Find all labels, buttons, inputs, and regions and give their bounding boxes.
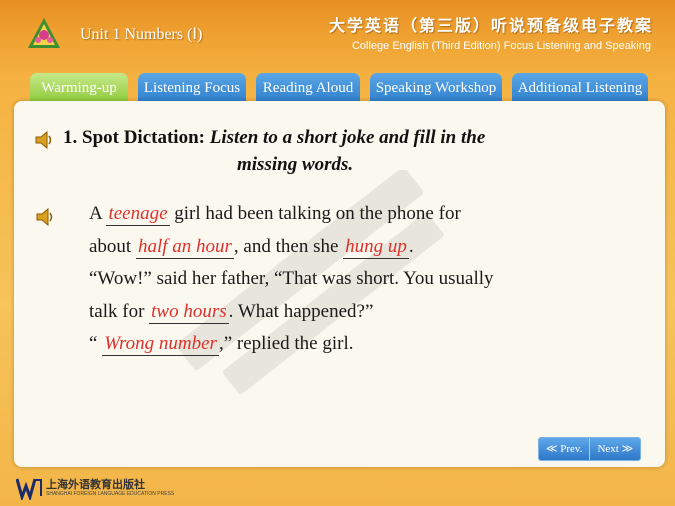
answer-blank[interactable]: Wrong number xyxy=(102,333,219,356)
speaker-icon[interactable] xyxy=(34,129,54,151)
course-subtitle-en: College English (Third Edition) Focus Li… xyxy=(351,40,651,52)
passage-text: girl had been talking on the phone for xyxy=(169,203,461,224)
app-header: Unit 1 Numbers (Ⅰ) 大学英语（第三版）听说预备级电子教案 Co… xyxy=(0,0,675,72)
tab-additional-listening[interactable]: Additional Listening xyxy=(512,73,648,103)
next-button[interactable]: Next ≫ xyxy=(589,438,641,460)
exercise-number: 1. Spot Dictation: xyxy=(63,127,205,148)
publisher-name-cn: 上海外语教育出版社 xyxy=(46,479,145,491)
tab-reading-aloud[interactable]: Reading Aloud xyxy=(256,73,360,103)
unit-title: Unit 1 Numbers (Ⅰ) xyxy=(80,26,203,43)
passage-line: about half an hour, and then she hung up… xyxy=(89,231,609,264)
passage-text: . What happened?” xyxy=(228,300,374,322)
prev-label: Prev. xyxy=(560,443,583,455)
next-label: Next xyxy=(597,443,619,455)
passage-text: ,” replied the girl. xyxy=(218,333,354,354)
tab-warming-up[interactable]: Warming-up xyxy=(30,73,128,103)
answer-blank[interactable]: hung up xyxy=(343,236,409,259)
passage-line: “Wow!” said her father, “That was short.… xyxy=(89,263,609,296)
exercise-instruction-line1: Listen to a short joke and fill in the xyxy=(209,127,486,148)
passage-speaker-icon[interactable] xyxy=(35,206,55,228)
passage-line: “ Wrong number,” replied the girl. xyxy=(89,328,609,361)
tab-listening-focus[interactable]: Listening Focus xyxy=(138,73,246,103)
passage-text: . xyxy=(408,235,414,257)
passage-text: about xyxy=(89,235,136,257)
passage-text: “ xyxy=(89,333,103,354)
double-chevron-right-icon: ≫ xyxy=(618,443,634,455)
passage-text: “Wow!” said her father, “That was short.… xyxy=(89,268,494,289)
answer-blank[interactable]: two hours xyxy=(149,301,229,324)
course-title-cn: 大学英语（第三版）听说预备级电子教案 xyxy=(328,18,653,35)
passage-text: talk for xyxy=(89,300,150,322)
prev-button[interactable]: ≪ Prev. xyxy=(539,438,590,460)
dictation-passage: A teenage girl had been talking on the p… xyxy=(89,198,609,361)
publisher-name-en: SHANGHAI FOREIGN LANGUAGE EDUCATION PRES… xyxy=(46,491,175,497)
passage-text: , and then she xyxy=(233,235,344,257)
answer-blank[interactable]: teenage xyxy=(106,203,170,226)
exercise-instruction-line2: missing words. xyxy=(237,154,354,175)
flower-logo-icon xyxy=(28,18,60,48)
answer-blank[interactable]: half an hour xyxy=(135,236,234,259)
exercise-heading: 1. Spot Dictation: Listen to a short jok… xyxy=(63,124,603,178)
tab-speaking-workshop[interactable]: Speaking Workshop xyxy=(370,73,502,103)
double-chevron-left-icon: ≪ xyxy=(546,443,561,455)
passage-line: A teenage girl had been talking on the p… xyxy=(89,198,609,231)
slide-navigation: ≪ Prev. Next ≫ xyxy=(538,437,642,461)
passage-text: A xyxy=(89,203,107,224)
passage-line: talk for two hours. What happened?” xyxy=(89,296,609,329)
publisher-mark-icon xyxy=(16,478,42,500)
